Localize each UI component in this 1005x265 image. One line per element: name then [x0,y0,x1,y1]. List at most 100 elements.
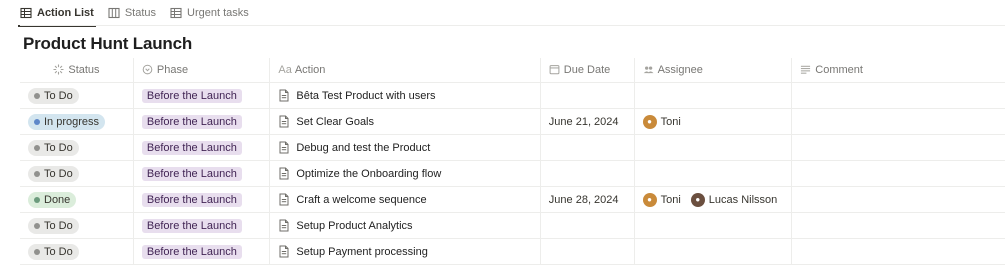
status-cell[interactable]: To Do [20,134,134,161]
table-row[interactable]: To Do Before the Launch Setup Product An… [20,212,1005,239]
action-cell[interactable]: Setup Payment processing [269,238,541,265]
phase-cell[interactable]: Before the Launch [133,160,271,187]
assignee-name: Lucas Nilsson [708,193,778,206]
column-label: Action [294,64,326,76]
comment-cell[interactable] [791,212,1005,239]
status-label: To Do [44,89,73,102]
tab-urgent-tasks[interactable]: Urgent tasks [170,1,249,26]
status-dot [34,170,40,177]
status-cell[interactable]: To Do [20,82,134,109]
tab-label: Action List [37,7,94,19]
comment-cell[interactable] [791,82,1005,109]
action-title: Setup Product Analytics [296,219,413,232]
table-icon [20,7,32,19]
status-badge: To Do [28,243,79,260]
status-dot [34,196,40,203]
page-icon [279,219,289,232]
column-header-action[interactable]: Aa Action [269,58,541,83]
tab-action-list[interactable]: Action List [18,1,96,27]
table-row[interactable]: To Do Before the Launch Debug and test t… [20,134,1005,161]
action-title: Bêta Test Product with users [296,89,436,102]
status-label: In progress [44,115,100,128]
assignee-cell[interactable] [634,82,793,109]
status-cell[interactable]: To Do [20,212,134,239]
comment-cell[interactable] [791,160,1005,187]
page-icon [279,89,289,102]
phase-tag: Before the Launch [141,88,242,103]
comment-cell[interactable] [791,186,1005,213]
action-title: Optimize the Onboarding flow [296,167,442,180]
select-icon [142,64,153,75]
board-icon [108,7,120,19]
assignee-cell[interactable]: ● Toni [634,108,793,135]
table-row[interactable]: In progress Before the Launch Set Clear … [20,108,1005,135]
phase-cell[interactable]: Before the Launch [133,134,271,161]
status-dot [34,92,40,99]
table-header-row: Status Phase Aa Action Due Date Assignee … [20,58,1005,83]
tab-status[interactable]: Status [108,1,156,26]
action-title: Setup Payment processing [296,245,428,258]
phase-tag: Before the Launch [141,192,242,207]
status-cell[interactable]: To Do [20,238,134,265]
database-table: Status Phase Aa Action Due Date Assignee … [20,58,1005,265]
action-title: Craft a welcome sequence [296,193,427,206]
action-cell[interactable]: Debug and test the Product [269,134,541,161]
action-cell[interactable]: Optimize the Onboarding flow [269,160,541,187]
status-badge: To Do [28,165,79,182]
due-date-cell[interactable] [540,160,635,187]
assignee-cell[interactable]: ● Toni ● Lucas Nilsson [634,186,793,213]
table-row[interactable]: To Do Before the Launch Bêta Test Produc… [20,82,1005,109]
status-label: To Do [44,167,73,180]
phase-tag: Before the Launch [141,218,242,233]
phase-cell[interactable]: Before the Launch [133,212,271,239]
column-header-comment[interactable]: Comment [791,58,1005,83]
status-badge: To Do [28,139,79,156]
action-cell[interactable]: Set Clear Goals [269,108,541,135]
column-label: Phase [156,64,189,76]
due-date-cell[interactable] [540,238,635,265]
action-title: Debug and test the Product [296,141,431,154]
status-cell[interactable]: To Do [20,160,134,187]
table-row[interactable]: Done Before the Launch Craft a welcome s… [20,186,1005,213]
due-date-cell[interactable]: June 28, 2024 [540,186,635,213]
phase-tag: Before the Launch [141,140,242,155]
column-header-due-date[interactable]: Due Date [540,58,635,83]
status-cell[interactable]: In progress [20,108,134,135]
column-header-phase[interactable]: Phase [133,58,271,83]
avatar: ● [642,192,657,207]
action-cell[interactable]: Setup Product Analytics [269,212,541,239]
comment-cell[interactable] [791,134,1005,161]
tab-label: Status [124,7,157,19]
action-cell[interactable]: Craft a welcome sequence [269,186,541,213]
column-header-assignee[interactable]: Assignee [634,58,793,83]
comment-cell[interactable] [791,108,1005,135]
status-cell[interactable]: Done [20,186,134,213]
assignee-cell[interactable] [634,134,793,161]
action-cell[interactable]: Bêta Test Product with users [269,82,541,109]
phase-cell[interactable]: Before the Launch [133,108,271,135]
due-date-cell[interactable] [540,134,635,161]
due-date-cell[interactable]: June 21, 2024 [540,108,635,135]
due-date-cell[interactable] [540,212,635,239]
phase-cell[interactable]: Before the Launch [133,186,271,213]
phase-cell[interactable]: Before the Launch [133,82,271,109]
status-badge: Done [28,191,77,208]
avatar: ● [642,114,657,129]
status-label: To Do [44,141,73,154]
page-title: Product Hunt Launch [23,34,193,53]
tabs-divider [20,25,1005,26]
assignee-cell[interactable] [634,212,793,239]
status-dot [34,222,40,229]
calendar-icon [549,65,560,75]
phase-cell[interactable]: Before the Launch [133,238,271,265]
comment-cell[interactable] [791,238,1005,265]
column-header-status[interactable]: Status [20,58,134,83]
assignee-cell[interactable] [634,160,793,187]
assignee-cell[interactable] [634,238,793,265]
status-badge: To Do [28,87,79,104]
table-row[interactable]: To Do Before the Launch Optimize the Onb… [20,160,1005,187]
page-icon [279,115,289,128]
table-row[interactable]: To Do Before the Launch Setup Payment pr… [20,238,1005,265]
due-date-cell[interactable] [540,82,635,109]
text-icon [801,65,811,74]
